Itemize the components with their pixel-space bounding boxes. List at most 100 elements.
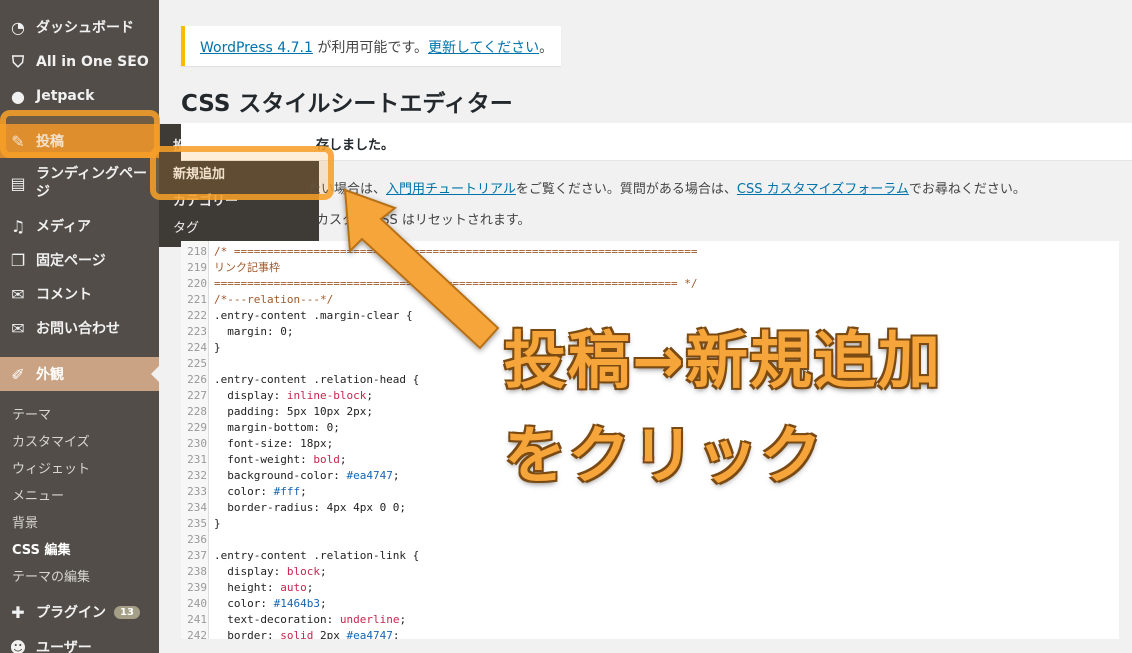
update-notice: WordPress 4.7.1 が利用可能です。更新してください。 bbox=[181, 26, 561, 66]
line-number: 231 bbox=[187, 453, 207, 466]
line-number: 226 bbox=[187, 373, 207, 386]
line-number: 240 bbox=[187, 597, 207, 610]
media-icon: ♫ bbox=[10, 216, 26, 236]
sidebar-item-8[interactable]: ✉ お問い合わせ bbox=[0, 311, 159, 345]
code-text: } bbox=[214, 341, 221, 354]
code-text: padding: 5px 10px 2px; bbox=[214, 405, 373, 418]
appearance-submenu-item[interactable]: ウィジェット bbox=[12, 458, 90, 477]
code-line: 221 /*---relation---*/ bbox=[181, 292, 1119, 308]
line-number: 228 bbox=[187, 405, 207, 418]
code-line: 238 display: block; bbox=[181, 564, 1119, 580]
mail-icon: ✉ bbox=[11, 318, 25, 338]
code-line: 241 text-decoration: underline; bbox=[181, 612, 1119, 628]
sidebar-item-label: ユーザー bbox=[36, 640, 92, 653]
sidebar-item-label: コメント bbox=[36, 287, 92, 303]
line-number: 225 bbox=[187, 357, 207, 370]
code-text: color: #fff; bbox=[214, 485, 307, 498]
help-text-3: でお尋ねください。 bbox=[908, 182, 1026, 197]
help-text-2: をご覧ください。質問がある場合は、 bbox=[515, 182, 737, 197]
appearance-submenu-item[interactable]: カスタマイズ bbox=[12, 431, 90, 450]
appearance-submenu-item[interactable]: テーマの編集 bbox=[12, 566, 90, 585]
line-number: 221 bbox=[187, 293, 207, 306]
appearance-submenu-item[interactable]: 背景 bbox=[12, 512, 38, 531]
wordpress-version-link[interactable]: WordPress 4.7.1 bbox=[200, 40, 313, 56]
code-text: .entry-content .margin-clear { bbox=[214, 309, 413, 322]
sidebar-item-label: お問い合わせ bbox=[36, 321, 120, 337]
code-line: 218 /* ==================================… bbox=[181, 244, 1119, 260]
code-text: .entry-content .relation-head { bbox=[214, 373, 420, 386]
code-text: リンク記事枠 bbox=[214, 261, 280, 274]
code-text: font-weight: bold; bbox=[214, 453, 347, 466]
sidebar-item-0[interactable]: ◔ ダッシュボード bbox=[0, 10, 159, 44]
sidebar-item-7[interactable]: ✉ コメント bbox=[0, 277, 159, 311]
line-number: 227 bbox=[187, 389, 207, 402]
brush-icon: ✐ bbox=[11, 364, 25, 384]
plugin-icon: ✚ bbox=[11, 602, 25, 622]
line-number: 239 bbox=[187, 581, 207, 594]
jetpack-icon: ● bbox=[11, 86, 25, 106]
code-line: 235} bbox=[181, 516, 1119, 532]
appearance-submenu-item[interactable]: CSS 編集 bbox=[12, 539, 70, 558]
code-line: 219 リンク記事枠 bbox=[181, 260, 1119, 276]
posts-menu-highlight bbox=[0, 110, 160, 158]
line-number: 242 bbox=[187, 629, 207, 639]
code-text: display: block; bbox=[214, 565, 327, 578]
line-number: 220 bbox=[187, 277, 207, 290]
code-text: border: solid 2px #ea4747; bbox=[214, 629, 400, 639]
line-number: 218 bbox=[187, 245, 207, 258]
line-number: 233 bbox=[187, 485, 207, 498]
sidebar-item-6[interactable]: ❐ 固定ページ bbox=[0, 243, 159, 277]
appearance-submenu-item[interactable]: メニュー bbox=[12, 485, 64, 504]
line-number: 229 bbox=[187, 421, 207, 434]
admin-sidebar: ◔ ダッシュボード ⛉ All in One SEO ● Jetpack ✎ 投稿 ▤ ランディン… bbox=[0, 0, 159, 653]
code-text: text-decoration: underline; bbox=[214, 613, 407, 626]
line-number: 236 bbox=[187, 533, 207, 546]
sidebar-item-label: All in One SEO bbox=[36, 54, 149, 70]
code-text: /* =====================================… bbox=[214, 245, 698, 258]
update-now-link[interactable]: 更新してください bbox=[428, 40, 539, 56]
line-number: 224 bbox=[187, 341, 207, 354]
notice-text-end: 。 bbox=[539, 40, 554, 56]
code-text: ========================================… bbox=[214, 277, 698, 290]
code-text: display: inline-block; bbox=[214, 389, 373, 402]
sidebar-item-1[interactable]: ⛉ All in One SEO bbox=[0, 45, 159, 79]
css-forum-link[interactable]: CSS カスタマイズフォーラム bbox=[737, 182, 909, 197]
sidebar-item-10[interactable]: ✚ プラグイン 13 bbox=[0, 595, 159, 629]
sidebar-item-label: 外観 bbox=[36, 367, 64, 383]
sidebar-item-label: 固定ページ bbox=[36, 253, 106, 269]
sidebar-item-9[interactable]: ✐ 外観 bbox=[0, 357, 159, 391]
line-number: 241 bbox=[187, 613, 207, 626]
line-number: 237 bbox=[187, 549, 207, 562]
code-text: background-color: #ea4747; bbox=[214, 469, 400, 482]
code-text: margin: 0; bbox=[214, 325, 294, 338]
code-text: /*---relation---*/ bbox=[214, 293, 334, 306]
sidebar-item-5[interactable]: ♫ メディア bbox=[0, 209, 159, 243]
code-line: 239 height: auto; bbox=[181, 580, 1119, 596]
code-text: height: auto; bbox=[214, 581, 314, 594]
pages-icon: ❐ bbox=[10, 250, 26, 270]
line-number: 234 bbox=[187, 501, 207, 514]
line-number: 230 bbox=[187, 437, 207, 450]
shield-icon: ⛉ bbox=[11, 52, 24, 71]
flyout-item-3[interactable]: タグ bbox=[173, 217, 199, 236]
sidebar-item-11[interactable]: ☻ ユーザー bbox=[0, 630, 159, 653]
code-line: 240 color: #1464b3; bbox=[181, 596, 1119, 612]
sidebar-item-label: Jetpack bbox=[36, 88, 95, 104]
line-number: 222 bbox=[187, 309, 207, 322]
line-number: 238 bbox=[187, 565, 207, 578]
help-text: たい場合は、入門用チュートリアルをご覧ください。質問がある場合は、CSS カスタ… bbox=[308, 178, 1026, 197]
user-icon: ☻ bbox=[9, 637, 27, 653]
line-number: 235 bbox=[187, 517, 207, 530]
line-number: 223 bbox=[187, 325, 207, 338]
sidebar-item-label: ダッシュボード bbox=[36, 20, 134, 36]
tutorial-link[interactable]: 入門用チュートリアル bbox=[386, 182, 516, 197]
reset-warning: カスタム CSS はリセットされます。 bbox=[316, 213, 531, 228]
code-line: 242 border: solid 2px #ea4747; bbox=[181, 628, 1119, 639]
sidebar-item-2[interactable]: ● Jetpack bbox=[0, 79, 159, 113]
sidebar-item-4[interactable]: ▤ ランディングページ bbox=[0, 158, 159, 208]
appearance-submenu-item[interactable]: テーマ bbox=[12, 404, 51, 423]
sidebar-item-label: プラグイン bbox=[36, 605, 106, 621]
code-text: .entry-content .relation-link { bbox=[214, 549, 420, 562]
code-line: 234 border-radius: 4px 4px 0 0; bbox=[181, 500, 1119, 516]
code-text: margin-bottom: 0; bbox=[214, 421, 340, 434]
